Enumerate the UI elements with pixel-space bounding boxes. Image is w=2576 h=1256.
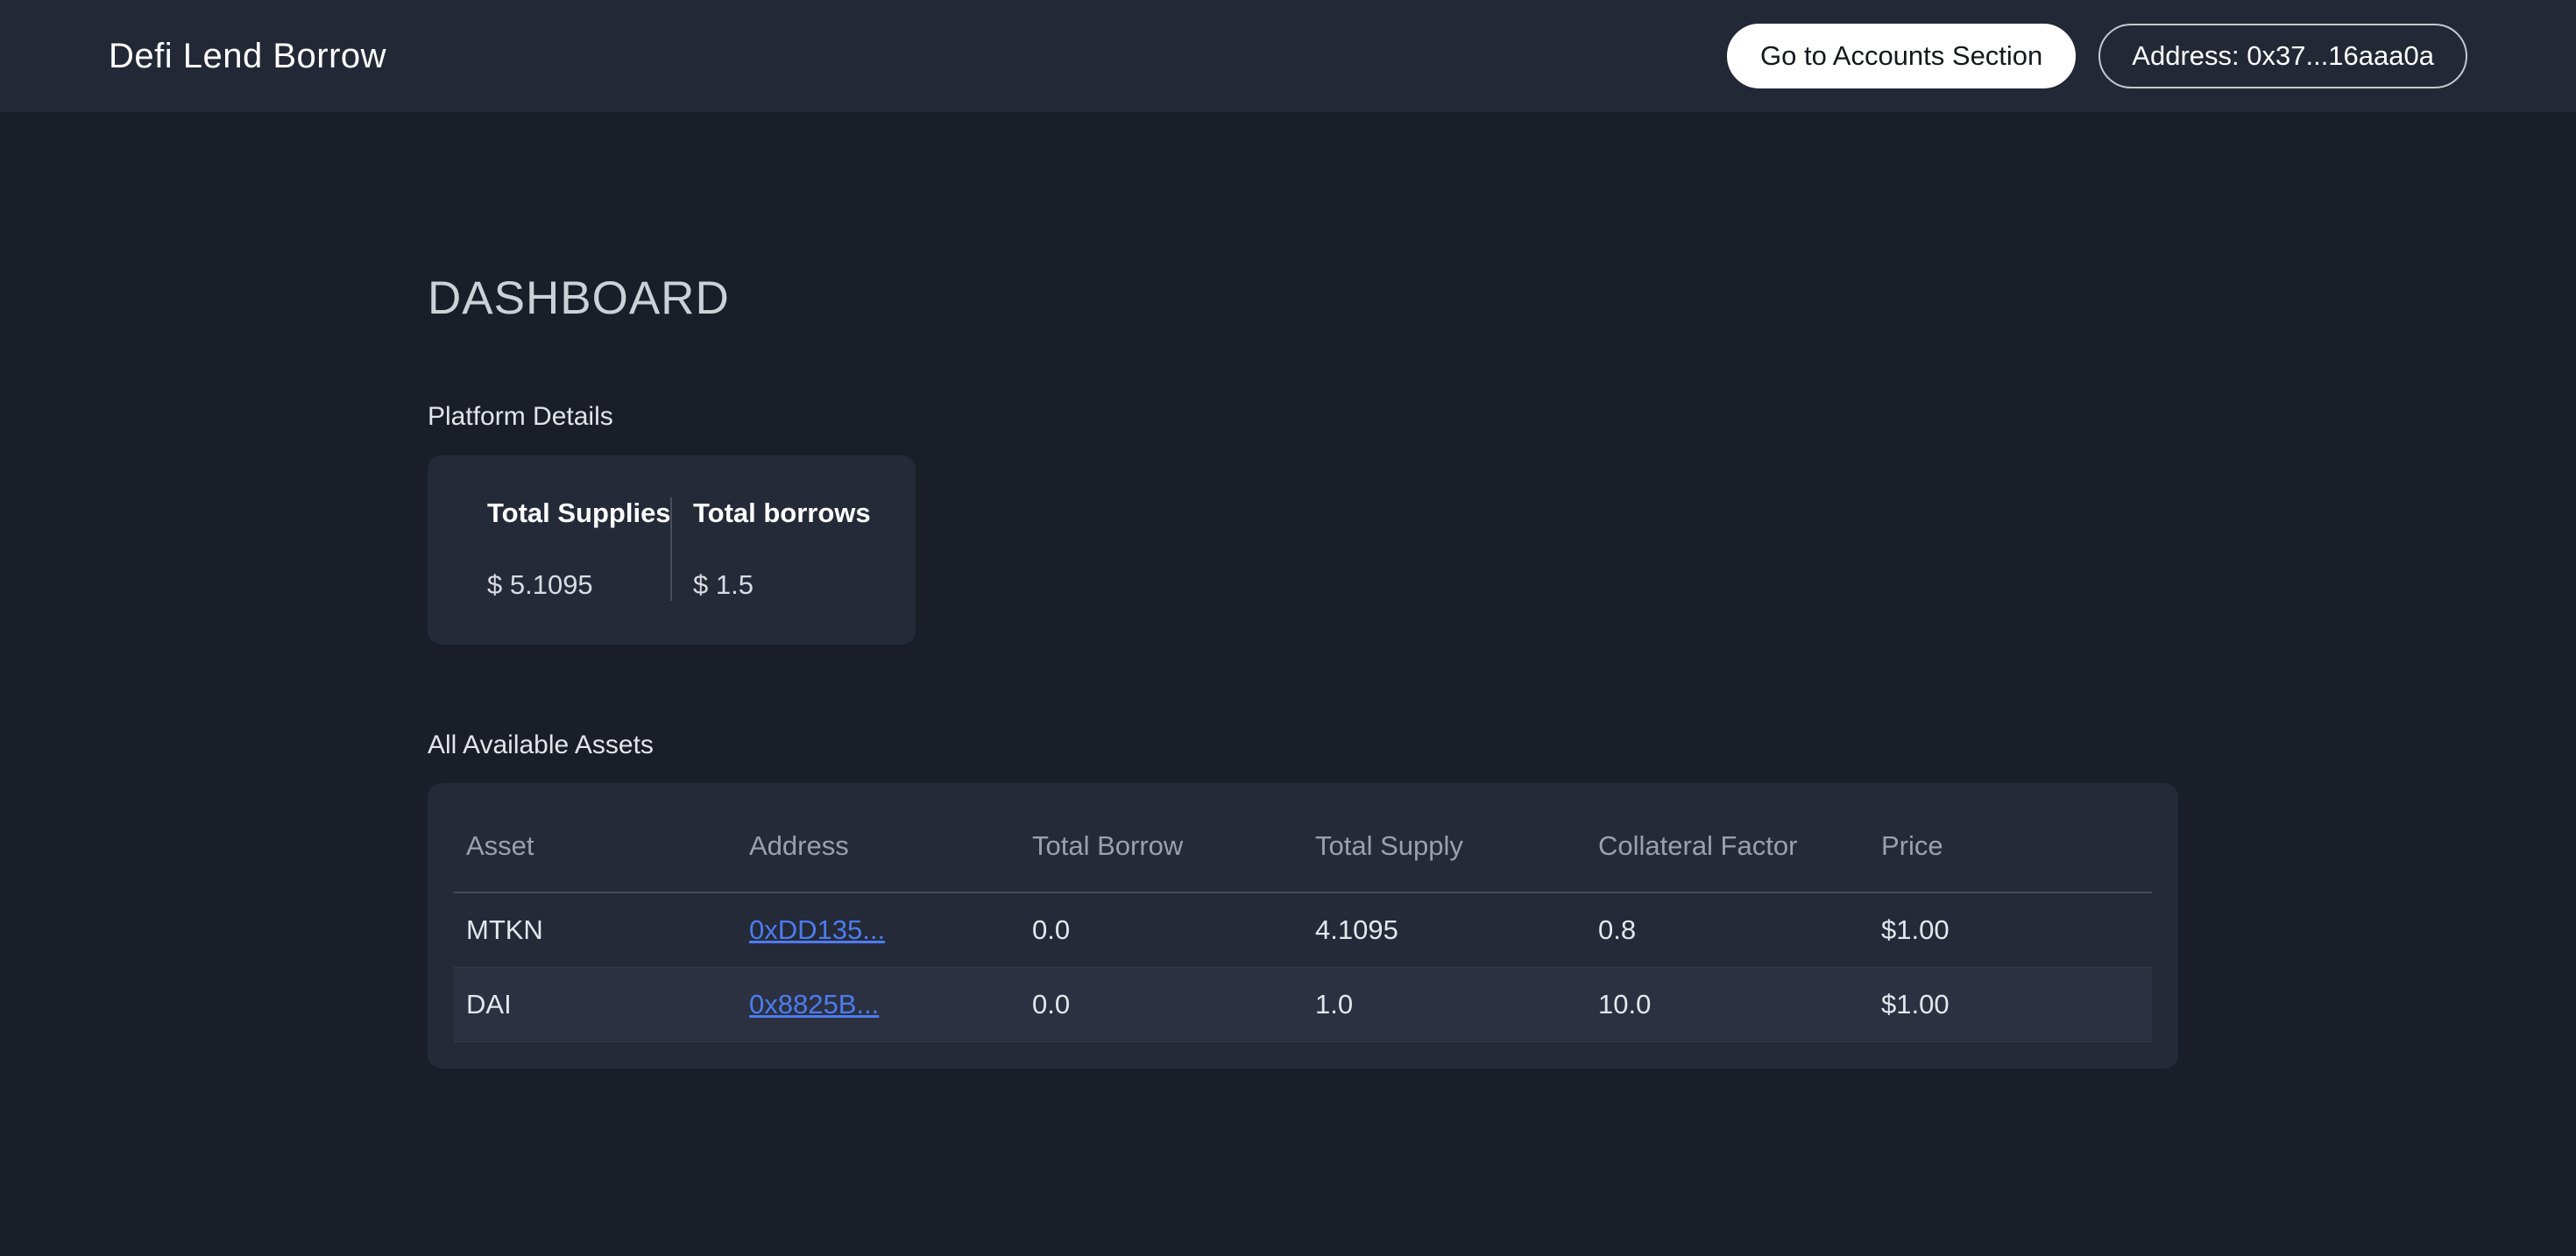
column-header-address: Address bbox=[737, 809, 1020, 893]
asset-cell: DAI bbox=[454, 968, 737, 1042]
collateral-factor-cell: 10.0 bbox=[1586, 968, 1869, 1042]
asset-address-link[interactable]: 0xDD135... bbox=[749, 914, 885, 945]
address-cell: 0xDD135... bbox=[737, 893, 1020, 968]
total-supplies-title: Total Supplies bbox=[487, 497, 670, 529]
price-cell: $1.00 bbox=[1869, 968, 2152, 1042]
column-header-total-supply: Total Supply bbox=[1303, 809, 1586, 893]
main-content: DASHBOARD Platform Details Total Supplie… bbox=[0, 272, 2576, 1174]
assets-table: Asset Address Total Borrow Total Supply … bbox=[454, 809, 2152, 1042]
total-borrows-value: $ 1.5 bbox=[693, 569, 871, 601]
collateral-factor-cell: 0.8 bbox=[1586, 893, 1869, 968]
asset-cell: MTKN bbox=[454, 893, 737, 968]
table-row: MTKN 0xDD135... 0.0 4.1095 0.8 $1.00 bbox=[454, 893, 2152, 968]
navbar-actions: Go to Accounts Section Address: 0x37...1… bbox=[1727, 24, 2467, 88]
total-borrows-title: Total borrows bbox=[693, 497, 871, 529]
page-title: DASHBOARD bbox=[428, 272, 2576, 325]
brand-title: Defi Lend Borrow bbox=[109, 37, 386, 76]
address-cell: 0x8825B... bbox=[737, 968, 1020, 1042]
go-to-accounts-button[interactable]: Go to Accounts Section bbox=[1727, 24, 2076, 88]
column-header-total-borrow: Total Borrow bbox=[1020, 809, 1303, 893]
platform-details-label: Platform Details bbox=[428, 402, 2576, 432]
total-supply-cell: 4.1095 bbox=[1303, 893, 1586, 968]
column-header-price: Price bbox=[1869, 809, 2152, 893]
column-header-asset: Asset bbox=[454, 809, 737, 893]
total-borrow-cell: 0.0 bbox=[1020, 968, 1303, 1042]
total-supplies-value: $ 5.1095 bbox=[487, 569, 670, 601]
asset-address-link[interactable]: 0x8825B... bbox=[749, 989, 879, 1020]
column-header-collateral-factor: Collateral Factor bbox=[1586, 809, 1869, 893]
assets-table-card: Asset Address Total Borrow Total Supply … bbox=[428, 783, 2178, 1069]
all-available-assets-label: All Available Assets bbox=[428, 730, 2576, 760]
total-borrows-stat: Total borrows $ 1.5 bbox=[672, 497, 871, 601]
table-row: DAI 0x8825B... 0.0 1.0 10.0 $1.00 bbox=[454, 968, 2152, 1042]
table-header-row: Asset Address Total Borrow Total Supply … bbox=[454, 809, 2152, 893]
total-supply-cell: 1.0 bbox=[1303, 968, 1586, 1042]
price-cell: $1.00 bbox=[1869, 893, 2152, 968]
navbar: Defi Lend Borrow Go to Accounts Section … bbox=[0, 0, 2576, 112]
total-supplies-stat: Total Supplies $ 5.1095 bbox=[428, 497, 672, 601]
total-borrow-cell: 0.0 bbox=[1020, 893, 1303, 968]
wallet-address-button[interactable]: Address: 0x37...16aaa0a bbox=[2098, 24, 2467, 88]
platform-details-card: Total Supplies $ 5.1095 Total borrows $ … bbox=[428, 455, 916, 645]
